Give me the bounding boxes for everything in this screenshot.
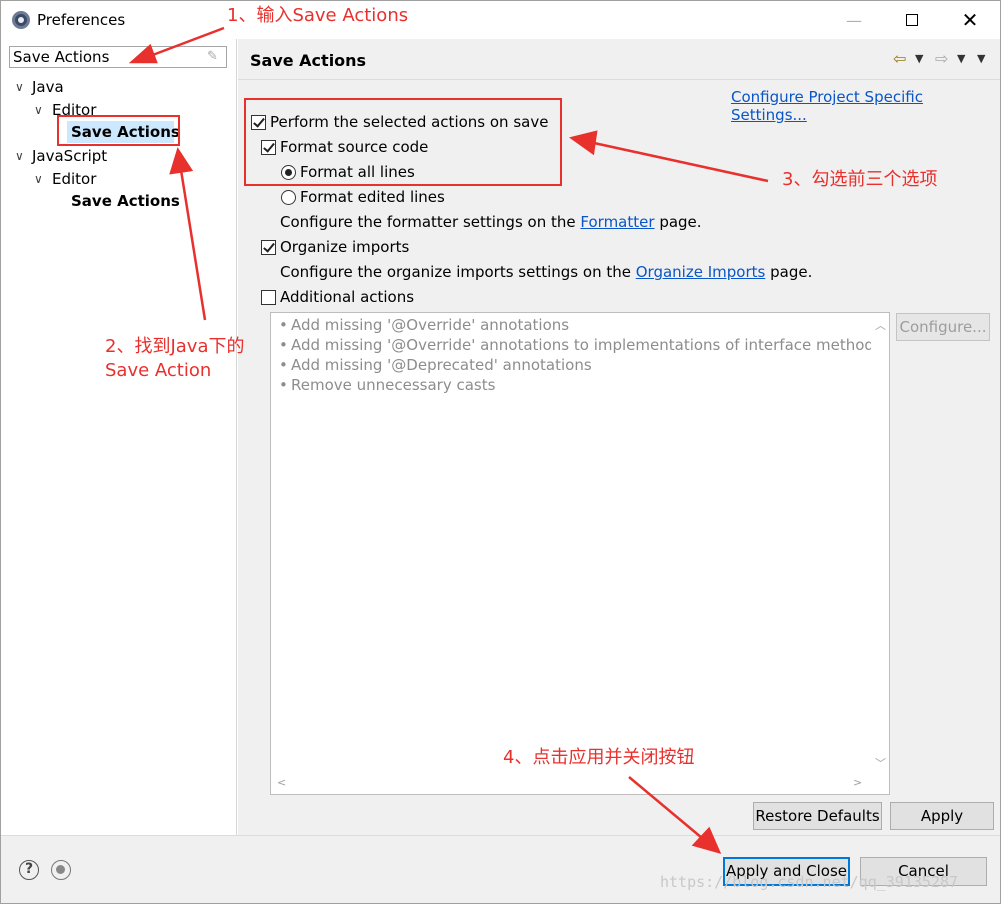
scroll-right-icon[interactable]: > [853,776,862,789]
back-arrow-icon[interactable]: ⇦ [893,49,906,68]
tree-item-java[interactable]: Java [32,76,64,98]
eclipse-icon [12,11,30,29]
annotation-step3: 3、勾选前三个选项 [782,169,938,190]
page-title: Save Actions [250,51,367,70]
formatter-hint-suffix: page. [659,213,702,231]
organize-hint-suffix: page. [770,263,813,281]
formatter-hint-text: Configure the formatter settings on the [280,213,576,231]
additional-actions-label: Additional actions [280,288,415,306]
scroll-down-icon[interactable]: ﹀ [875,755,886,771]
apply-button[interactable]: Apply [890,802,994,830]
annotation-step4: 4、点击应用并关闭按钮 [503,747,695,768]
filter-input[interactable] [9,46,227,68]
title-bar: Preferences — ✕ [1,1,1000,39]
formatter-hint: Configure the formatter settings on the … [280,212,702,232]
organize-hint-text: Configure the organize imports settings … [280,263,631,281]
chevron-down-icon[interactable]: ∨ [15,76,27,98]
vertical-scrollbar[interactable]: ︿ ﹀ [871,313,889,775]
page-navigation: ⇦ ▼ ⇨ ▼ ▼ [893,49,993,69]
horizontal-scrollbar[interactable]: < > [271,774,872,794]
forward-menu-chevron-icon[interactable]: ▼ [957,52,965,65]
header-divider [238,79,1000,80]
maximize-icon [906,14,918,26]
additional-actions-checkbox[interactable] [261,290,276,305]
list-item: Add missing '@Override' annotations to i… [279,335,882,355]
clear-filter-icon[interactable]: ✎ [207,50,221,64]
organize-imports-checkbox[interactable] [261,240,276,255]
chevron-down-icon[interactable]: ∨ [34,99,46,121]
format-edited-lines-radio[interactable] [281,190,296,205]
organize-imports-label: Organize imports [280,238,410,256]
scroll-up-icon[interactable]: ︿ [875,317,886,333]
configure-button[interactable]: Configure... [896,313,990,341]
tree-item-javascript-editor[interactable]: Editor [52,168,96,190]
maximize-button[interactable] [889,1,935,39]
preferences-tree-pane: ✎ ∨ Java ∨ Editor Save Actions ∨ JavaScr… [1,39,237,835]
chevron-down-icon[interactable]: ∨ [15,145,27,167]
minimize-button[interactable]: — [831,1,877,39]
back-menu-chevron-icon[interactable]: ▼ [915,52,923,65]
dialog-button-bar: ? Apply and Close Cancel [1,835,1000,903]
window-title: Preferences [37,11,126,29]
formatter-link[interactable]: Formatter [580,213,654,231]
highlight-box-tree [57,115,180,146]
help-icon[interactable]: ? [19,860,39,880]
close-button[interactable]: ✕ [947,1,993,39]
watermark: https://blog.csdn.net/qq_39135287 [660,873,959,891]
tree-item-javascript[interactable]: JavaScript [32,145,107,167]
list-item: Remove unnecessary casts [279,375,495,395]
scroll-left-icon[interactable]: < [277,776,286,789]
annotation-step2-line2: Save Action [105,360,212,381]
highlight-box-options [244,98,562,186]
list-item: Add missing '@Deprecated' annotations [279,355,592,375]
organize-imports-link[interactable]: Organize Imports [636,263,766,281]
list-item: Add missing '@Override' annotations [279,315,569,335]
restore-defaults-button[interactable]: Restore Defaults [753,802,882,830]
organize-imports-hint: Configure the organize imports settings … [280,262,812,282]
forward-arrow-icon[interactable]: ⇨ [935,49,948,68]
annotation-step1: 1、输入Save Actions [227,5,409,26]
record-macro-icon[interactable] [51,860,71,880]
configure-project-settings-link[interactable]: Configure Project Specific Settings... [731,88,1000,124]
view-menu-icon[interactable]: ▼ [977,52,985,65]
annotation-step2-line1: 2、找到Java下的 [105,336,245,357]
tree-item-javascript-save-actions[interactable]: Save Actions [71,190,180,212]
chevron-down-icon[interactable]: ∨ [34,168,46,190]
additional-actions-list[interactable]: Add missing '@Override' annotations Add … [270,312,890,795]
format-edited-lines-label: Format edited lines [300,188,445,206]
